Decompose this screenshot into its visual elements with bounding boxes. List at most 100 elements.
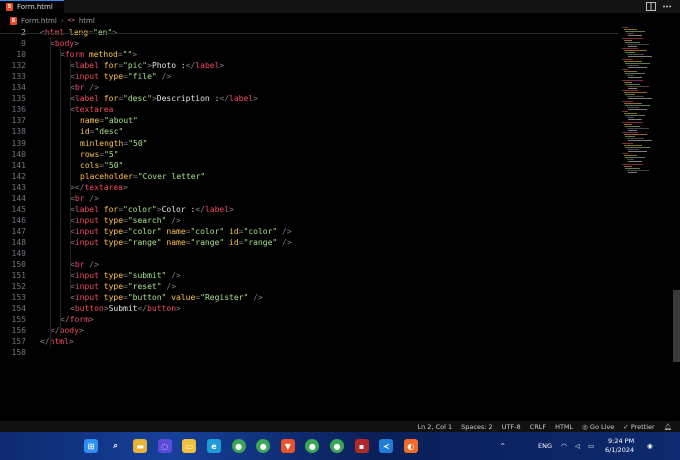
status-golive[interactable]: ◎ Go Live [582, 423, 614, 431]
code-line[interactable]: 150 <br /> [0, 259, 618, 270]
line-code: <label for="desc">Description :</label> [70, 94, 258, 104]
minimap-line [625, 41, 640, 43]
line-code: name="about" [80, 116, 138, 126]
tray-language[interactable]: ENG [538, 432, 552, 460]
code-line[interactable]: 132 <label for="pic">Photo :</label> [0, 60, 618, 71]
breadcrumb-file[interactable]: Form.html [21, 17, 57, 25]
line-number: 157 [11, 337, 26, 347]
code-line[interactable]: 136 <textarea [0, 104, 618, 115]
minimap-line [623, 144, 642, 146]
app-icon[interactable]: ▪ [354, 439, 369, 453]
code-line[interactable]: 147 <input type="color" name="color" id="… [0, 226, 618, 237]
code-line[interactable]: 145 <label for="color">Color :</label> [0, 204, 618, 215]
code-line[interactable]: 148 <input type="range" name="range" id="… [0, 237, 618, 248]
status-cursor-position[interactable]: Ln 2, Col 1 [418, 423, 453, 431]
minimap-line [622, 48, 638, 49]
code-line[interactable]: 144 <br /> [0, 193, 618, 204]
code-line[interactable]: 10 <form method=""> [0, 49, 618, 60]
firefox-icon[interactable]: ◐ [403, 439, 418, 453]
status-encoding[interactable]: UTF-8 [502, 423, 521, 431]
code-line[interactable]: 9 <body> [0, 38, 618, 49]
code-line[interactable]: 153 <input type="button" value="Register"… [0, 292, 618, 303]
status-indentation[interactable]: Spaces: 2 [461, 423, 493, 431]
minimap-line [625, 157, 645, 159]
code-line[interactable]: 141 cols="50" [0, 160, 618, 171]
chrome-icon[interactable]: ● [256, 439, 271, 453]
search-icon[interactable]: ⌕ [109, 439, 123, 453]
tab-label: Form.html [17, 3, 53, 11]
minimap-line [625, 62, 650, 64]
status-language[interactable]: HTML [555, 423, 573, 431]
code-line[interactable]: 137 name="about" [0, 115, 618, 126]
code-line[interactable]: 143 ></textarea> [0, 182, 618, 193]
code-line[interactable]: 146 <input type="search" /> [0, 215, 618, 226]
notification-icon[interactable]: ◉ [647, 432, 653, 460]
start-icon[interactable]: ⊞ [84, 439, 98, 453]
more-actions-icon[interactable] [662, 2, 672, 11]
line-number: 146 [11, 215, 26, 225]
code-line[interactable]: 133 <input type="file" /> [0, 71, 618, 82]
status-prettier[interactable]: ✓ Prettier [623, 423, 654, 431]
indent-guide [70, 60, 71, 293]
code-line[interactable]: 154 <button>Submit</button> [0, 303, 618, 314]
speaker-icon[interactable]: ◁ [575, 432, 580, 460]
code-line[interactable]: 135 <label for="desc">Description :</labe… [0, 93, 618, 104]
tray-chevron-icon[interactable]: ^ [500, 432, 505, 460]
tray-clock[interactable]: 9:24 PM 6/1/2024 [605, 437, 634, 455]
split-editor-icon[interactable] [646, 2, 656, 11]
editor-scrollbar[interactable] [673, 290, 680, 362]
breadcrumb-symbol[interactable]: html [79, 17, 95, 25]
chevron-right-icon: › [60, 16, 64, 25]
folder-icon[interactable]: ▭ [182, 439, 197, 453]
minimap-line [628, 150, 647, 152]
line-number: 153 [11, 293, 26, 303]
chrome-icon[interactable]: ● [231, 439, 246, 453]
minimap-line [625, 125, 640, 127]
battery-icon[interactable]: ▭ [588, 432, 594, 460]
minimap-line [625, 73, 645, 75]
minimap-line [626, 159, 634, 161]
minimap-line [626, 106, 639, 108]
line-number: 152 [11, 282, 26, 292]
line-code: ></textarea> [70, 182, 128, 192]
minimap-line [623, 81, 632, 83]
code-line[interactable]: 156 </body> [0, 325, 618, 336]
messenger-icon[interactable]: ◌ [157, 439, 172, 453]
edge-icon[interactable]: e [207, 439, 221, 453]
code-line[interactable]: 142 placeholder="Cover letter" [0, 171, 618, 182]
chrome-icon[interactable]: ● [330, 439, 344, 453]
editor-tab-bar: 5 Form.html [0, 0, 680, 13]
file-explorer-icon[interactable]: ▬ [133, 439, 148, 453]
element-icon: <> [67, 17, 75, 24]
code-line[interactable]: 134 <br /> [0, 82, 618, 93]
tab-form-html[interactable]: 5 Form.html [0, 0, 64, 13]
clock-date: 6/1/2024 [605, 446, 635, 454]
minimap-line [625, 167, 640, 169]
chrome-icon[interactable]: ● [305, 439, 320, 453]
bell-icon[interactable]: 🔔︎ [664, 423, 672, 431]
wifi-icon[interactable]: ◠ [561, 432, 567, 460]
line-code: <body> [50, 39, 79, 49]
status-eol[interactable]: CRLF [530, 423, 546, 431]
code-line[interactable]: 140 rows="5" [0, 149, 618, 160]
code-line[interactable]: 151 <input type="submit" /> [0, 270, 618, 281]
minimap-line [626, 117, 634, 119]
code-line[interactable]: 139 minlength="50" [0, 138, 618, 149]
code-line[interactable]: 155 </form> [0, 314, 618, 325]
minimap-line [628, 129, 637, 131]
code-line[interactable]: 138 id="desc" [0, 126, 618, 137]
code-line[interactable]: 152 <input type="reset" /> [0, 281, 618, 292]
minimap[interactable] [620, 27, 672, 177]
line-code: <form method=""> [60, 50, 138, 60]
vscode-icon[interactable]: ≺ [379, 439, 394, 453]
minimap-line [626, 148, 639, 150]
minimap-line [628, 161, 642, 163]
brave-icon[interactable]: ▼ [280, 439, 295, 453]
code-editor[interactable]: 2<html lang="en">9<body>10<form method="… [0, 27, 618, 419]
code-line[interactable]: 149 [0, 248, 618, 259]
line-number: 143 [11, 182, 26, 192]
code-line[interactable]: 158 [0, 347, 618, 358]
minimap-line [628, 35, 642, 37]
minimap-line [628, 45, 637, 47]
code-line[interactable]: 157 </html> [0, 336, 618, 347]
